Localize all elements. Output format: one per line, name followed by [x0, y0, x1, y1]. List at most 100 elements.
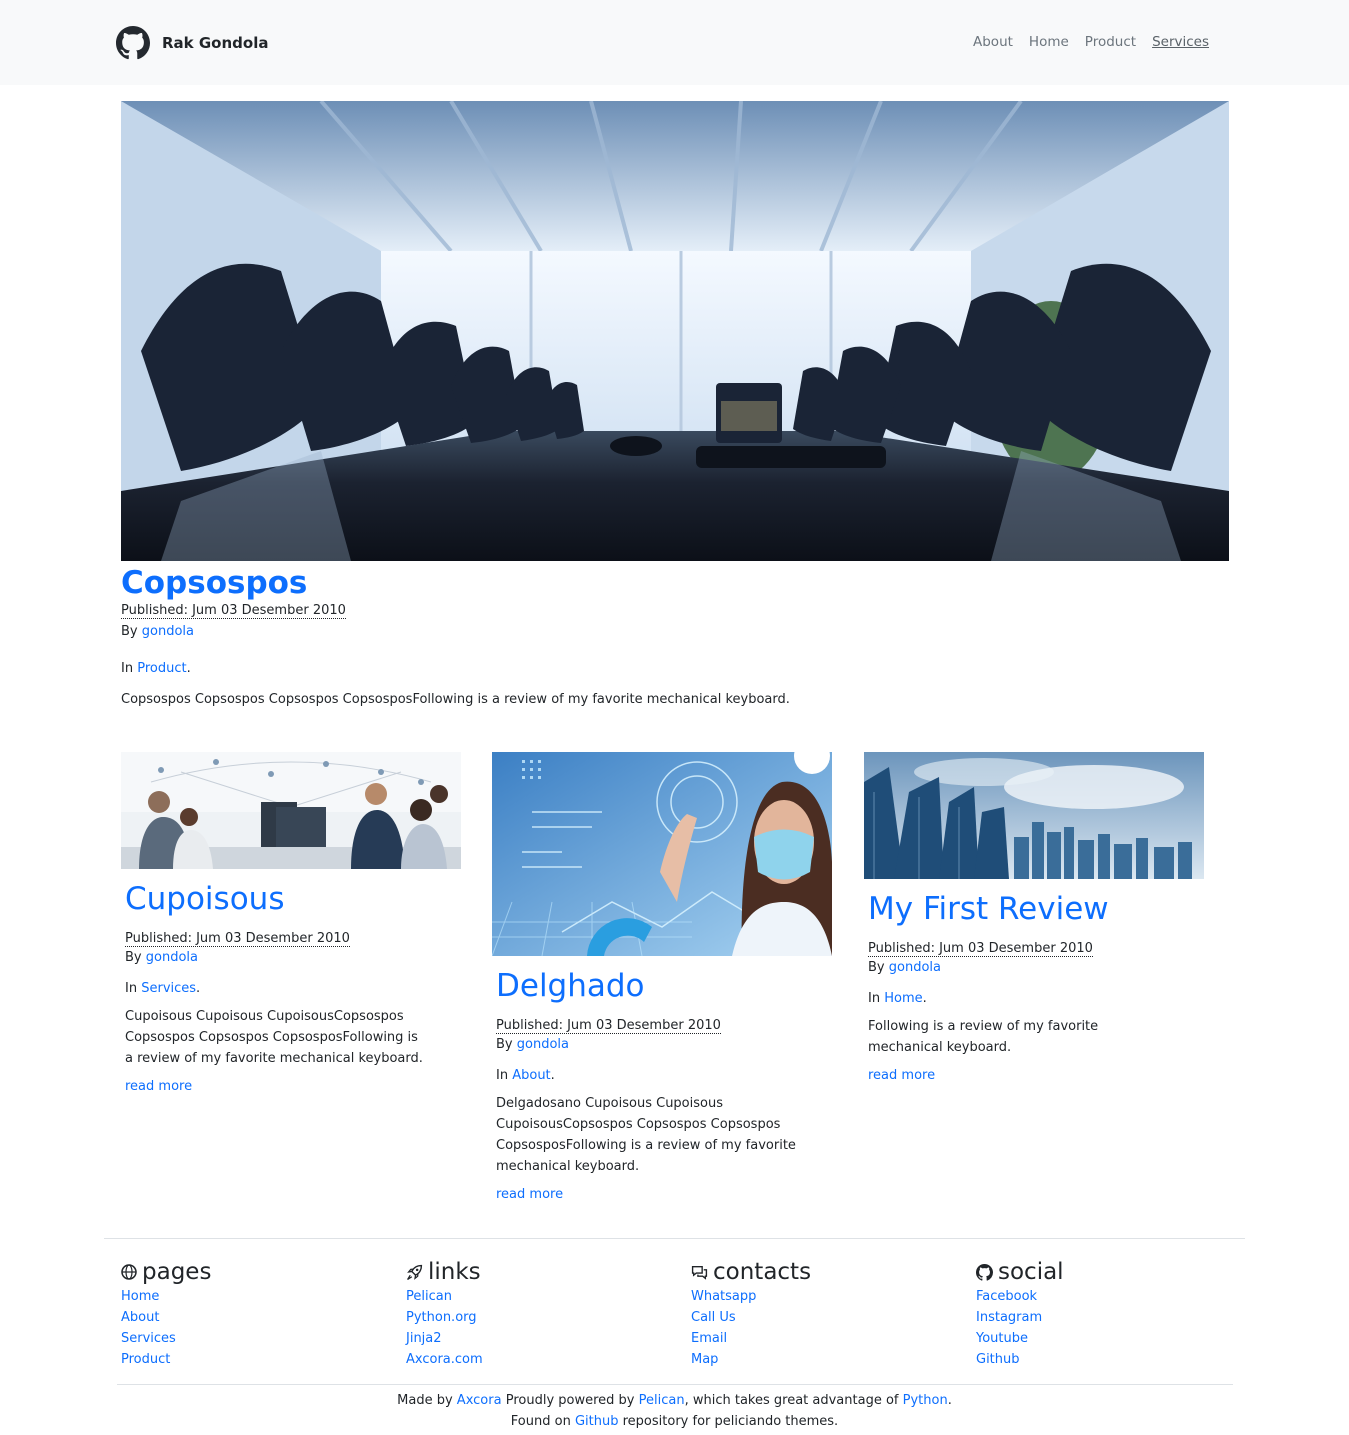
card-image-meeting[interactable]	[121, 752, 461, 873]
navbar: Rak Gondola About Home Product Services	[0, 0, 1349, 85]
footer-link[interactable]: Services	[121, 1331, 176, 1346]
footer-heading: pages	[121, 1258, 381, 1286]
footer-link[interactable]: Instagram	[976, 1310, 1042, 1325]
github-link[interactable]: Github	[575, 1414, 619, 1429]
footer-link[interactable]: Github	[976, 1352, 1020, 1367]
card-byline: By gondola	[125, 950, 457, 965]
by-label: By	[121, 624, 138, 639]
globe-icon	[121, 1264, 137, 1280]
credits-line-1: Made by Axcora Proudly powered by Pelica…	[0, 1390, 1349, 1411]
hero-category-link[interactable]: Product	[137, 661, 186, 676]
in-label: In	[125, 981, 138, 996]
card-title[interactable]: Delghado	[496, 968, 828, 1004]
main-nav: About Home Product Services	[973, 34, 1209, 50]
card-summary: Cupoisous Cupoisous CupoisousCopsospos C…	[125, 1009, 423, 1066]
footer-link-list: Pelican Python.org Jinja2 Axcora.com	[406, 1286, 666, 1370]
hero-title[interactable]: Copsospos	[121, 565, 307, 601]
credits-text: , which takes great advantage of	[684, 1393, 899, 1408]
card-image-skyline[interactable]	[864, 752, 1204, 883]
card-byline: By gondola	[496, 1037, 828, 1052]
footer-link[interactable]: Home	[121, 1289, 159, 1304]
in-label: In	[121, 661, 134, 676]
card-category-link[interactable]: About	[512, 1068, 550, 1083]
footer-heading-text: pages	[142, 1259, 212, 1285]
card-title[interactable]: My First Review	[868, 891, 1200, 927]
read-more-link[interactable]: read more	[868, 1068, 935, 1083]
credits-text: repository for peliciando themes.	[622, 1414, 839, 1429]
in-label: In	[496, 1068, 509, 1083]
footer-link[interactable]: Whatsapp	[691, 1289, 756, 1304]
footer-link[interactable]: Jinja2	[406, 1331, 442, 1346]
credits: Made by Axcora Proudly powered by Pelica…	[0, 1390, 1349, 1432]
article-card-delghado: Delghado Published: Jum 03 Desember 2010…	[492, 752, 832, 1202]
hero-category: In Product.	[121, 661, 191, 676]
card-byline: By gondola	[868, 960, 1200, 975]
card-title[interactable]: Cupoisous	[125, 881, 457, 917]
credits-text: Found on	[510, 1414, 571, 1429]
brand-link[interactable]: Rak Gondola	[116, 26, 268, 60]
footer-column-social: social Facebook Instagram Youtube Github	[976, 1258, 1236, 1370]
nav-item-home[interactable]: Home	[1029, 34, 1069, 50]
card-summary: Following is a review of my favorite mec…	[868, 1019, 1099, 1055]
chat-icon	[691, 1265, 708, 1280]
card-category: In Home.	[868, 991, 927, 1006]
footer-link-list: Facebook Instagram Youtube Github	[976, 1286, 1236, 1370]
footer-link[interactable]: Facebook	[976, 1289, 1037, 1304]
card-author-link[interactable]: gondola	[889, 960, 941, 975]
article-card-my-first-review: My First Review Published: Jum 03 Desemb…	[864, 752, 1204, 1083]
footer-divider	[104, 1238, 1245, 1239]
footer-heading: contacts	[691, 1258, 951, 1286]
footer-link-list: Whatsapp Call Us Email Map	[691, 1286, 951, 1370]
footer-link[interactable]: Product	[121, 1352, 170, 1367]
card-image-tech-mask[interactable]	[492, 752, 832, 960]
card-category: In Services.	[125, 981, 201, 996]
rocket-icon	[407, 1264, 423, 1280]
footer-link[interactable]: About	[121, 1310, 159, 1325]
card-category-link[interactable]: Home	[884, 991, 922, 1006]
hero-published-date: Published: Jum 03 Desember 2010	[121, 603, 346, 619]
card-published-date: Published: Jum 03 Desember 2010	[868, 941, 1093, 957]
nav-item-about[interactable]: About	[973, 34, 1013, 50]
nav-item-product[interactable]: Product	[1085, 34, 1136, 50]
hero-image[interactable]	[121, 101, 1229, 561]
axcora-link[interactable]: Axcora	[457, 1393, 502, 1408]
footer-link[interactable]: Python.org	[406, 1310, 477, 1325]
footer-column-pages: pages Home About Services Product	[121, 1258, 381, 1370]
footer-column-contacts: contacts Whatsapp Call Us Email Map	[691, 1258, 951, 1370]
read-more-link[interactable]: read more	[496, 1187, 563, 1202]
github-icon	[116, 26, 150, 60]
nav-item-services[interactable]: Services	[1152, 34, 1209, 50]
footer-link[interactable]: Map	[691, 1352, 718, 1367]
card-author-link[interactable]: gondola	[517, 1037, 569, 1052]
footer-link[interactable]: Email	[691, 1331, 727, 1346]
footer-heading: social	[976, 1258, 1236, 1286]
by-label: By	[496, 1037, 513, 1052]
by-label: By	[868, 960, 885, 975]
credits-text: Proudly powered by	[505, 1393, 635, 1408]
card-category-link[interactable]: Services	[141, 981, 196, 996]
footer-heading-text: links	[428, 1259, 481, 1285]
credits-divider	[117, 1384, 1233, 1385]
read-more-link[interactable]: read more	[125, 1079, 192, 1094]
card-published-date: Published: Jum 03 Desember 2010	[125, 931, 350, 947]
footer-link[interactable]: Axcora.com	[406, 1352, 483, 1367]
footer-link[interactable]: Pelican	[406, 1289, 452, 1304]
hero-author-link[interactable]: gondola	[142, 624, 194, 639]
card-category: In About.	[496, 1068, 555, 1083]
in-label: In	[868, 991, 881, 1006]
footer-column-links: links Pelican Python.org Jinja2 Axcora.c…	[406, 1258, 666, 1370]
card-published-date: Published: Jum 03 Desember 2010	[496, 1018, 721, 1034]
article-card-cupoisous: Cupoisous Published: Jum 03 Desember 201…	[121, 752, 461, 1094]
github-icon	[976, 1263, 993, 1281]
credits-text: .	[947, 1393, 952, 1408]
by-label: By	[125, 950, 142, 965]
footer-link[interactable]: Youtube	[976, 1331, 1028, 1346]
python-link[interactable]: Python	[903, 1393, 948, 1408]
footer-link[interactable]: Call Us	[691, 1310, 736, 1325]
card-author-link[interactable]: gondola	[146, 950, 198, 965]
pelican-link[interactable]: Pelican	[639, 1393, 685, 1408]
hero-byline: By gondola	[121, 624, 194, 639]
footer-link-list: Home About Services Product	[121, 1286, 381, 1370]
footer-heading-text: social	[998, 1259, 1064, 1285]
hero-summary: Copsospos Copsospos Copsospos CopsosposF…	[121, 692, 790, 707]
